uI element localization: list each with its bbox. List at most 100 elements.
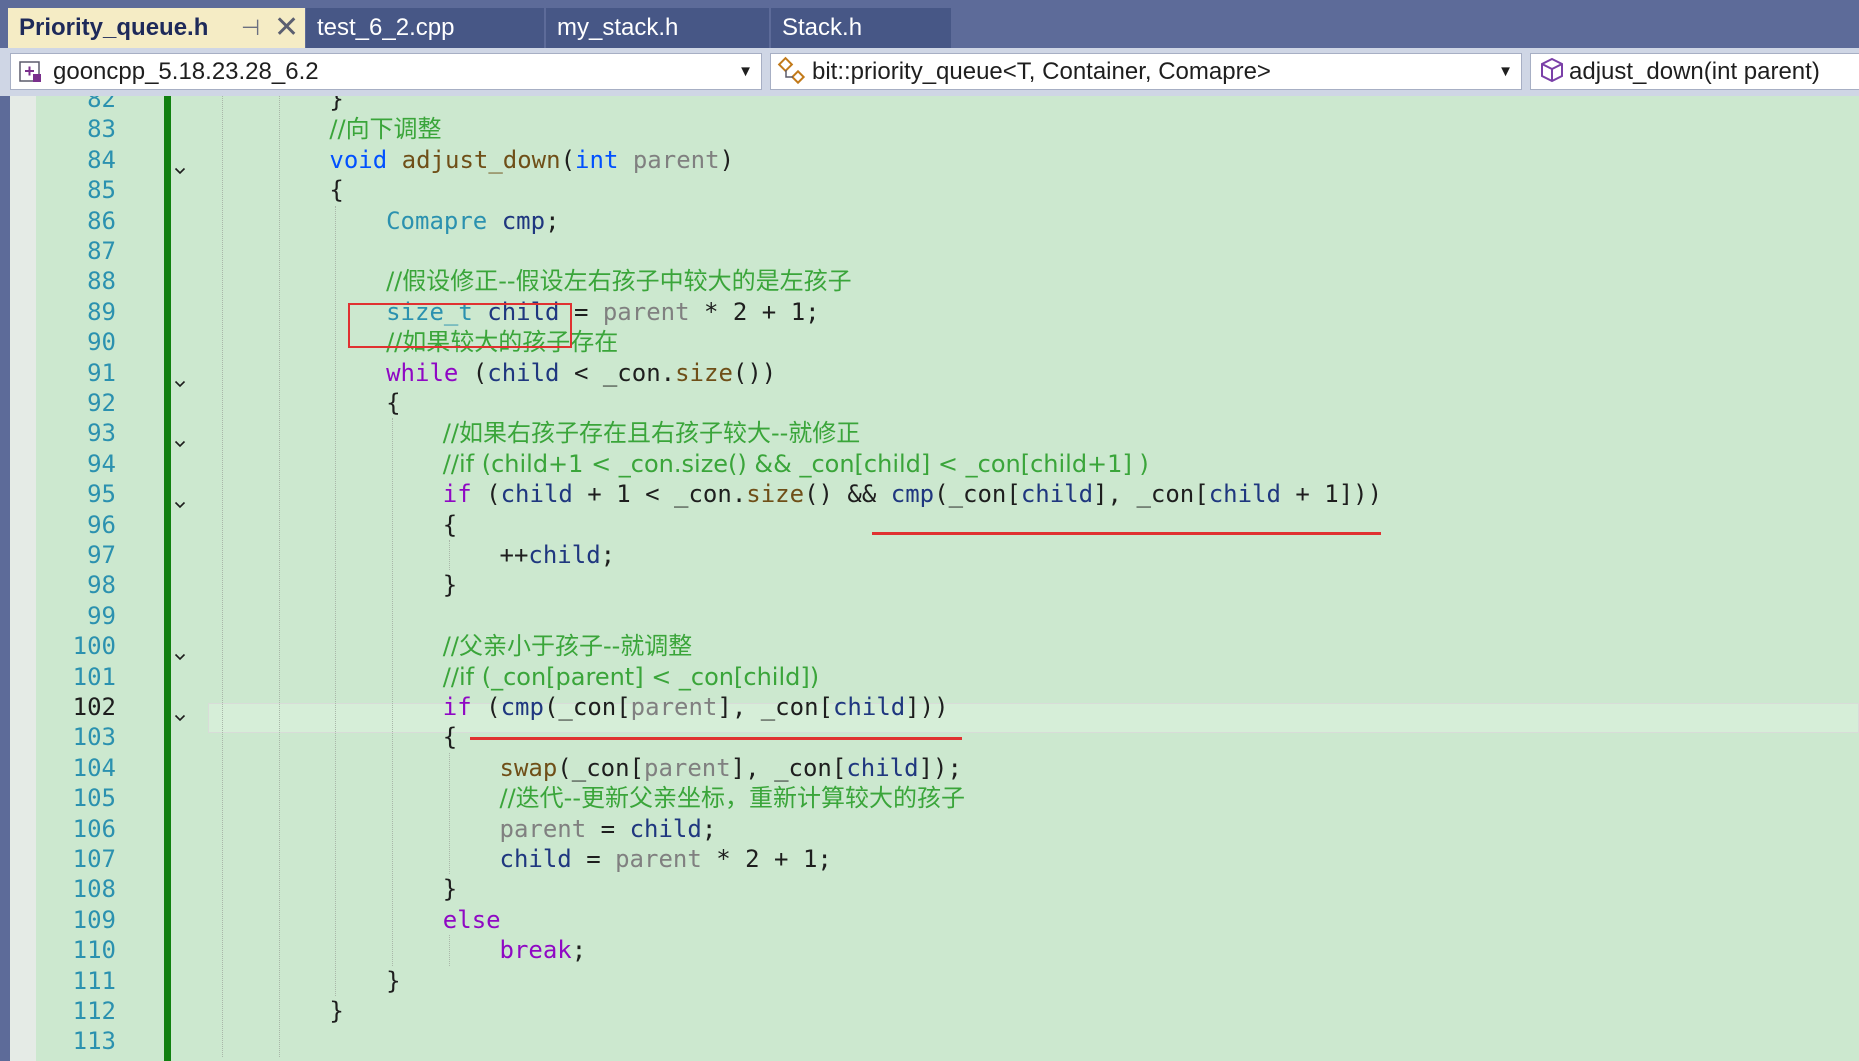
annotation-underline-cmp-call-child	[872, 532, 1381, 535]
code-token: + 1 <	[572, 480, 675, 509]
code-token: [	[818, 693, 833, 721]
tab-stack-h[interactable]: Stack.h	[771, 8, 951, 48]
member-name: adjust_down(int parent)	[1569, 58, 1820, 85]
code-token: ],	[717, 693, 761, 721]
code-token: <	[559, 358, 603, 387]
code-token: cmp	[501, 206, 546, 235]
code-text: parent = child;	[500, 814, 717, 844]
tab-my-stack-h[interactable]: my_stack.h	[546, 8, 769, 48]
code-token: parent	[615, 845, 702, 873]
code-token: child	[846, 753, 919, 782]
code-token: }	[386, 966, 401, 995]
code-token: child	[1020, 480, 1094, 509]
code-token: child	[528, 541, 601, 569]
code-text: {	[386, 388, 400, 418]
chevron-down-icon[interactable]: ▼	[738, 54, 753, 89]
code-text: //if (child+1 < _con.size() && _con[chil…	[443, 449, 1149, 479]
code-token: {	[386, 389, 401, 417]
method-cube-icon	[1537, 54, 1567, 89]
code-token: ;	[600, 541, 616, 569]
chevron-down-icon[interactable]: ▼	[1498, 54, 1513, 89]
class-icon	[777, 54, 809, 89]
code-text: {	[443, 510, 457, 540]
line-number: 105	[72, 784, 116, 813]
indent-guide	[278, 96, 280, 1057]
line-number: 112	[72, 997, 116, 1025]
line-number: 90	[87, 328, 116, 357]
project-dropdown[interactable]: gooncpp_5.18.23.28_6.2 ▼	[10, 53, 762, 90]
navigation-bar: gooncpp_5.18.23.28_6.2 ▼ bit::priority_q…	[0, 48, 1859, 96]
fold-toggle-icon[interactable]	[174, 488, 186, 509]
scope-dropdown[interactable]: bit::priority_queue<T, Container, Comapr…	[770, 53, 1522, 90]
code-text: //if (_con[parent] < _con[child])	[443, 662, 819, 692]
code-token: size	[675, 358, 733, 387]
code-token: {	[442, 723, 458, 752]
code-token: else	[442, 905, 501, 934]
code-token: //if (child+1 < _con.size() && _con[chil…	[442, 449, 1149, 478]
code-token: parent	[632, 145, 720, 174]
line-number: 100	[72, 632, 116, 661]
fold-toggle-icon[interactable]	[174, 154, 186, 174]
line-number: 94	[87, 449, 116, 478]
code-token: (	[458, 358, 488, 387]
tab-priority-queue-h[interactable]: Priority_queue.h ⊣ ✕	[8, 8, 305, 48]
code-token: (	[543, 693, 559, 721]
code-token: * 2 + 1;	[701, 845, 832, 873]
code-text: //如果右孩子存在且右孩子较大--就修正	[443, 418, 861, 448]
indicator-margin	[10, 96, 36, 1061]
line-number: 110	[72, 936, 116, 965]
tab-test-6-2-cpp[interactable]: test_6_2.cpp	[306, 8, 544, 48]
fold-toggle-icon[interactable]	[174, 427, 186, 448]
code-text: }	[329, 96, 343, 114]
code-token: _con	[571, 753, 630, 782]
code-token: {	[329, 176, 344, 205]
code-token: ++	[499, 541, 529, 569]
line-number: 102	[72, 693, 116, 721]
code-token: child	[1208, 480, 1281, 509]
code-token: ],	[730, 753, 775, 782]
code-token: .	[731, 480, 747, 509]
code-token: + 1]))	[1280, 480, 1383, 509]
line-number: 91	[87, 358, 116, 387]
fold-toggle-icon[interactable]	[174, 367, 186, 387]
code-text: else	[443, 905, 501, 935]
document-tab-strip: Priority_queue.h ⊣ ✕ test_6_2.cpp my_sta…	[0, 0, 1859, 48]
fold-toggle-icon[interactable]	[174, 701, 186, 722]
annotation-underline-cmp-call-parent	[470, 737, 962, 740]
code-text: if (cmp(_con[parent], _con[child]))	[443, 692, 949, 722]
line-number: 109	[72, 905, 116, 934]
code-token: _con	[774, 753, 832, 782]
indent-guide	[222, 96, 223, 1057]
pin-icon[interactable]: ⊣	[241, 8, 260, 48]
code-token: )	[719, 145, 735, 174]
code-token: [	[831, 753, 847, 782]
line-number: 93	[87, 419, 116, 448]
code-token: [	[629, 753, 644, 782]
line-number: 83	[87, 115, 116, 144]
code-token: ;	[571, 936, 587, 965]
member-dropdown[interactable]: adjust_down(int parent)	[1530, 53, 1859, 90]
code-text: if (child + 1 < _con.size() && cmp(_con[…	[443, 479, 1382, 509]
code-token: parent	[630, 693, 718, 721]
line-number: 113	[72, 1027, 116, 1056]
code-token: child	[832, 693, 906, 721]
code-token: cmp	[890, 480, 935, 509]
code-token: Comapre	[386, 206, 488, 235]
code-token: //父亲小于孩子--就调整	[442, 632, 693, 661]
code-text: }	[386, 966, 400, 996]
close-icon[interactable]: ✕	[274, 8, 299, 48]
code-token: [	[1006, 480, 1021, 509]
line-number: 111	[72, 966, 116, 995]
fold-toggle-icon[interactable]	[174, 640, 186, 661]
code-text: Comapre cmp;	[386, 206, 559, 236]
code-token: _con	[602, 358, 661, 387]
code-token: _con	[1136, 480, 1195, 509]
code-token: _con	[760, 693, 819, 721]
indent-guide	[448, 752, 450, 875]
line-number: 98	[87, 571, 116, 600]
code-editor[interactable]: 82} 83//向下调整 84 void adjust_down(int parent…	[10, 96, 1859, 1061]
code-token: ;	[701, 814, 717, 843]
line-number: 101	[72, 662, 116, 691]
code-token: ]))	[905, 693, 949, 721]
